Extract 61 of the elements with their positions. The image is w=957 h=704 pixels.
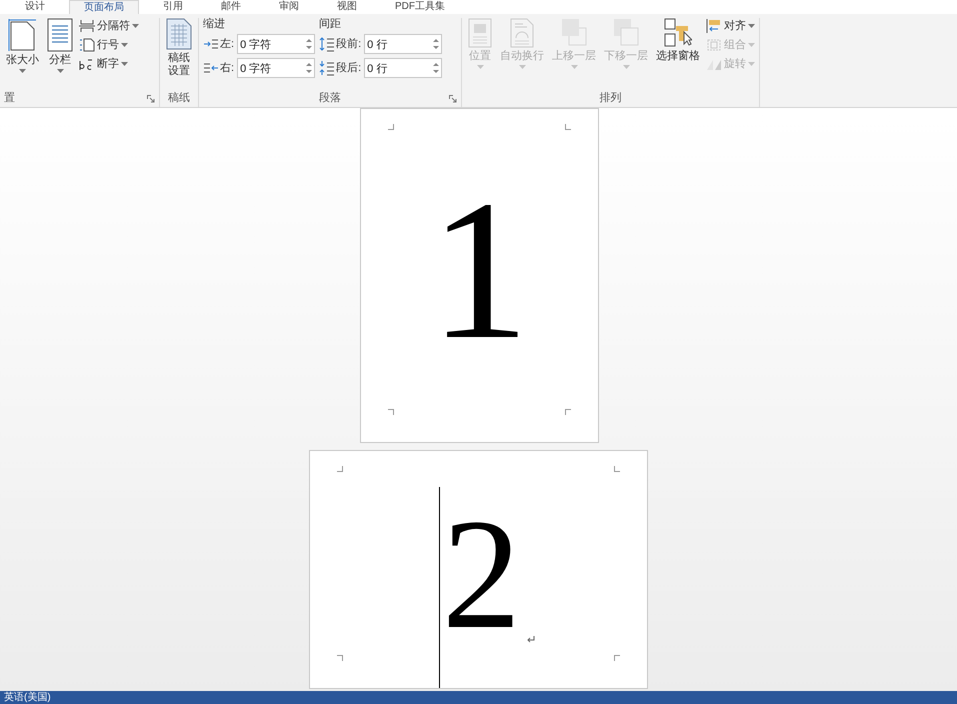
ribbon-tab[interactable]: 邮件 bbox=[207, 0, 255, 14]
caret-icon bbox=[748, 24, 755, 28]
group-label: 排列 bbox=[600, 92, 622, 104]
ribbon-button[interactable]: 分栏 bbox=[45, 18, 75, 73]
line-numbers-icon bbox=[79, 38, 95, 52]
ribbon-button[interactable]: 行号 bbox=[79, 38, 139, 52]
page-number: 2 bbox=[442, 496, 521, 654]
section-heading: 间距 bbox=[319, 18, 342, 31]
ribbon-tab[interactable]: 页面布局 bbox=[69, 0, 139, 14]
spin-field[interactable]: 0 字符 bbox=[237, 34, 316, 54]
ribbon-button[interactable]: 张大小 bbox=[4, 18, 41, 73]
ribbon-tab[interactable]: 审阅 bbox=[265, 0, 313, 14]
page-break-icon bbox=[79, 19, 95, 33]
group-label: 段落 bbox=[319, 92, 341, 104]
send-backward-icon bbox=[613, 18, 639, 48]
field-label: 右: bbox=[220, 60, 234, 76]
caret-icon bbox=[121, 43, 128, 47]
ribbon-button[interactable]: 对齐 bbox=[706, 19, 755, 33]
ribbon-button[interactable]: 选择窗格 bbox=[654, 18, 702, 63]
grid-paper-icon bbox=[166, 18, 192, 50]
picture-page-icon bbox=[468, 18, 492, 48]
dialog-launcher-icon[interactable] bbox=[147, 95, 155, 103]
text-wrap-icon bbox=[510, 18, 534, 48]
caret-icon bbox=[132, 24, 139, 28]
field-label: 左: bbox=[220, 36, 234, 52]
page-icon bbox=[8, 18, 38, 52]
caret-icon bbox=[748, 43, 755, 47]
spin-field[interactable]: 0 行 bbox=[364, 34, 442, 54]
group-label: 稿纸 bbox=[168, 92, 190, 104]
page-number: 1 bbox=[430, 170, 530, 370]
field-label: 段前: bbox=[336, 36, 362, 52]
align-icon bbox=[706, 19, 722, 33]
group-label: 置 bbox=[4, 92, 15, 104]
ribbon-tab[interactable]: PDF工具集 bbox=[381, 0, 459, 14]
spin-field[interactable]: 0 行 bbox=[364, 58, 442, 78]
spacing-before-icon bbox=[319, 36, 336, 52]
ribbon-button[interactable]: 稿纸设置 bbox=[164, 18, 194, 78]
indent-left-icon bbox=[203, 38, 219, 50]
spin-field[interactable]: 0 字符 bbox=[237, 58, 316, 78]
ribbon-tab[interactable]: 视图 bbox=[323, 0, 371, 14]
field-label: 段后: bbox=[336, 60, 362, 76]
ribbon-tab[interactable]: 设计 bbox=[11, 0, 59, 14]
ribbon-button[interactable]: 分隔符 bbox=[79, 19, 139, 33]
caret-icon bbox=[748, 62, 755, 66]
ribbon-tab[interactable]: 引用 bbox=[149, 0, 197, 14]
selection-pane-icon bbox=[664, 18, 692, 48]
hyphenation-icon bbox=[79, 57, 95, 71]
ribbon-button[interactable]: 断字 bbox=[79, 57, 139, 71]
spinner-arrows-icon[interactable] bbox=[433, 38, 440, 50]
group-icon bbox=[706, 38, 722, 52]
bring-forward-icon bbox=[561, 18, 587, 48]
dialog-launcher-icon[interactable] bbox=[449, 95, 457, 103]
section-heading: 缩进 bbox=[203, 18, 226, 31]
indent-right-icon bbox=[203, 62, 219, 74]
caret-icon bbox=[121, 62, 128, 66]
spinner-arrows-icon[interactable] bbox=[433, 62, 440, 74]
spinner-arrows-icon[interactable] bbox=[306, 62, 312, 74]
spacing-after-icon bbox=[319, 60, 336, 76]
spinner-arrows-icon[interactable] bbox=[306, 38, 312, 50]
columns-icon bbox=[47, 18, 73, 52]
language-status[interactable]: 英语(美国) bbox=[4, 692, 51, 704]
